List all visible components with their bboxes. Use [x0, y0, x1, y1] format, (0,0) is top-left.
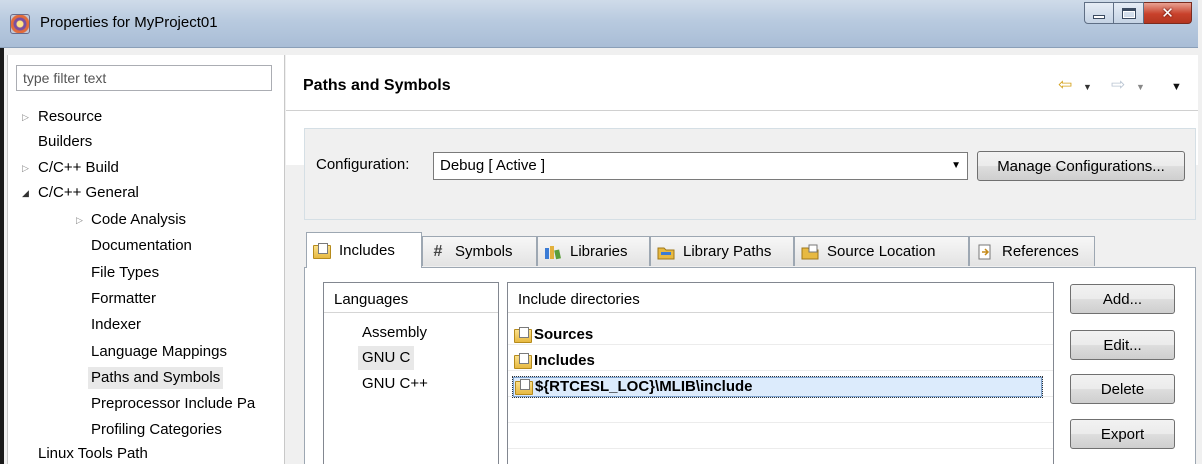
edit-button[interactable]: Edit...: [1070, 330, 1175, 360]
minimize-button[interactable]: [1084, 2, 1114, 24]
tree-item-formatter[interactable]: Formatter: [91, 288, 156, 310]
tab-label: Symbols: [455, 243, 513, 260]
filter-input[interactable]: [16, 65, 272, 91]
folder-icon: [514, 353, 532, 369]
include-item[interactable]: Sources: [514, 324, 593, 346]
tree-item-language-mappings[interactable]: Language Mappings: [91, 341, 227, 363]
caption-buttons: ✕: [1084, 2, 1192, 24]
tab-label: Source Location: [827, 243, 936, 260]
tree-item-preprocessor-include-paths[interactable]: Preprocessor Include Pa: [91, 393, 255, 415]
add-button[interactable]: Add...: [1070, 284, 1175, 314]
tab-includes[interactable]: Includes: [306, 232, 422, 268]
include-item[interactable]: Includes: [514, 350, 595, 372]
tree-item-code-analysis[interactable]: Code Analysis: [91, 209, 186, 231]
expand-icon[interactable]: ▷: [22, 157, 29, 179]
tab-library-paths[interactable]: Library Paths: [650, 236, 794, 266]
maximize-button[interactable]: [1114, 2, 1144, 24]
references-icon: [976, 244, 994, 260]
expand-icon[interactable]: ▷: [76, 209, 83, 231]
tree-item-cpp-general[interactable]: C/C++ General: [38, 182, 139, 204]
language-item[interactable]: GNU C++: [362, 372, 428, 396]
folder-icon: [515, 379, 533, 395]
languages-header: Languages: [324, 283, 498, 313]
folder-include-icon: [313, 242, 331, 259]
list-row: [508, 399, 1053, 423]
tree-item-cpp-build[interactable]: C/C++ Build: [38, 157, 119, 179]
header-divider: [286, 110, 1198, 111]
tree-item-resource[interactable]: Resource: [38, 106, 102, 128]
language-item[interactable]: GNU C: [358, 346, 415, 370]
view-menu-icon[interactable]: ▼: [1171, 79, 1182, 95]
page-title: Paths and Symbols: [303, 77, 451, 94]
close-icon: ✕: [1161, 4, 1174, 22]
window-title: Properties for MyProject01: [40, 14, 218, 31]
hash-icon: #: [433, 242, 443, 260]
include-path: Sources: [534, 326, 594, 343]
tree-item-documentation[interactable]: Documentation: [91, 235, 192, 257]
app-icon: [10, 14, 30, 34]
maximize-icon: [1121, 7, 1136, 19]
configuration-label: Configuration:: [316, 156, 410, 173]
tab-references[interactable]: References: [969, 236, 1095, 266]
tab-label: Libraries: [570, 243, 628, 260]
tree-item-builders[interactable]: Builders: [38, 131, 92, 153]
forward-arrow-icon[interactable]: ⇨: [1111, 73, 1125, 97]
minimize-icon: [1093, 15, 1105, 19]
tree-item-profiling-categories[interactable]: Profiling Categories: [91, 419, 222, 441]
tab-label: Library Paths: [683, 243, 772, 260]
folder-path-icon: [657, 244, 675, 260]
tab-source-location[interactable]: Source Location: [794, 236, 969, 266]
close-button[interactable]: ✕: [1144, 2, 1192, 24]
delete-button[interactable]: Delete: [1070, 374, 1175, 404]
tab-libraries[interactable]: Libraries: [537, 236, 650, 266]
tree-item-file-types[interactable]: File Types: [91, 262, 159, 284]
collapse-icon[interactable]: ◢: [22, 182, 29, 204]
back-arrow-icon[interactable]: ⇦: [1058, 73, 1072, 97]
dropdown-arrow-icon: ▼: [951, 160, 961, 171]
forward-dropdown-icon[interactable]: ▼: [1136, 79, 1145, 95]
include-item-selected[interactable]: ${RTCESL_LOC}\MLIB\include: [512, 376, 1043, 398]
expand-icon[interactable]: ▷: [22, 106, 29, 128]
configuration-value: Debug [ Active ]: [440, 157, 546, 174]
tree-item-indexer[interactable]: Indexer: [91, 314, 141, 336]
tree-item-linux-tools-path[interactable]: Linux Tools Path: [38, 443, 148, 465]
configuration-select[interactable]: Debug [ Active ] ▼: [433, 152, 968, 180]
back-dropdown-icon[interactable]: ▼: [1083, 79, 1092, 95]
tab-label: References: [1002, 243, 1079, 260]
list-row: [508, 425, 1053, 449]
language-item[interactable]: Assembly: [362, 321, 427, 345]
export-button[interactable]: Export: [1070, 419, 1175, 449]
include-directories-header: Include directories: [508, 283, 1053, 313]
manage-configurations-button[interactable]: Manage Configurations...: [977, 151, 1185, 181]
include-path: ${RTCESL_LOC}\MLIB\include: [535, 378, 753, 395]
source-folder-icon: [801, 244, 819, 260]
tab-symbols[interactable]: # Symbols: [422, 236, 537, 266]
tree-item-paths-and-symbols[interactable]: Paths and Symbols: [88, 367, 224, 389]
folder-icon: [514, 327, 532, 343]
include-path: Includes: [534, 352, 595, 369]
tab-label: Includes: [339, 242, 395, 259]
books-icon: [544, 244, 562, 260]
